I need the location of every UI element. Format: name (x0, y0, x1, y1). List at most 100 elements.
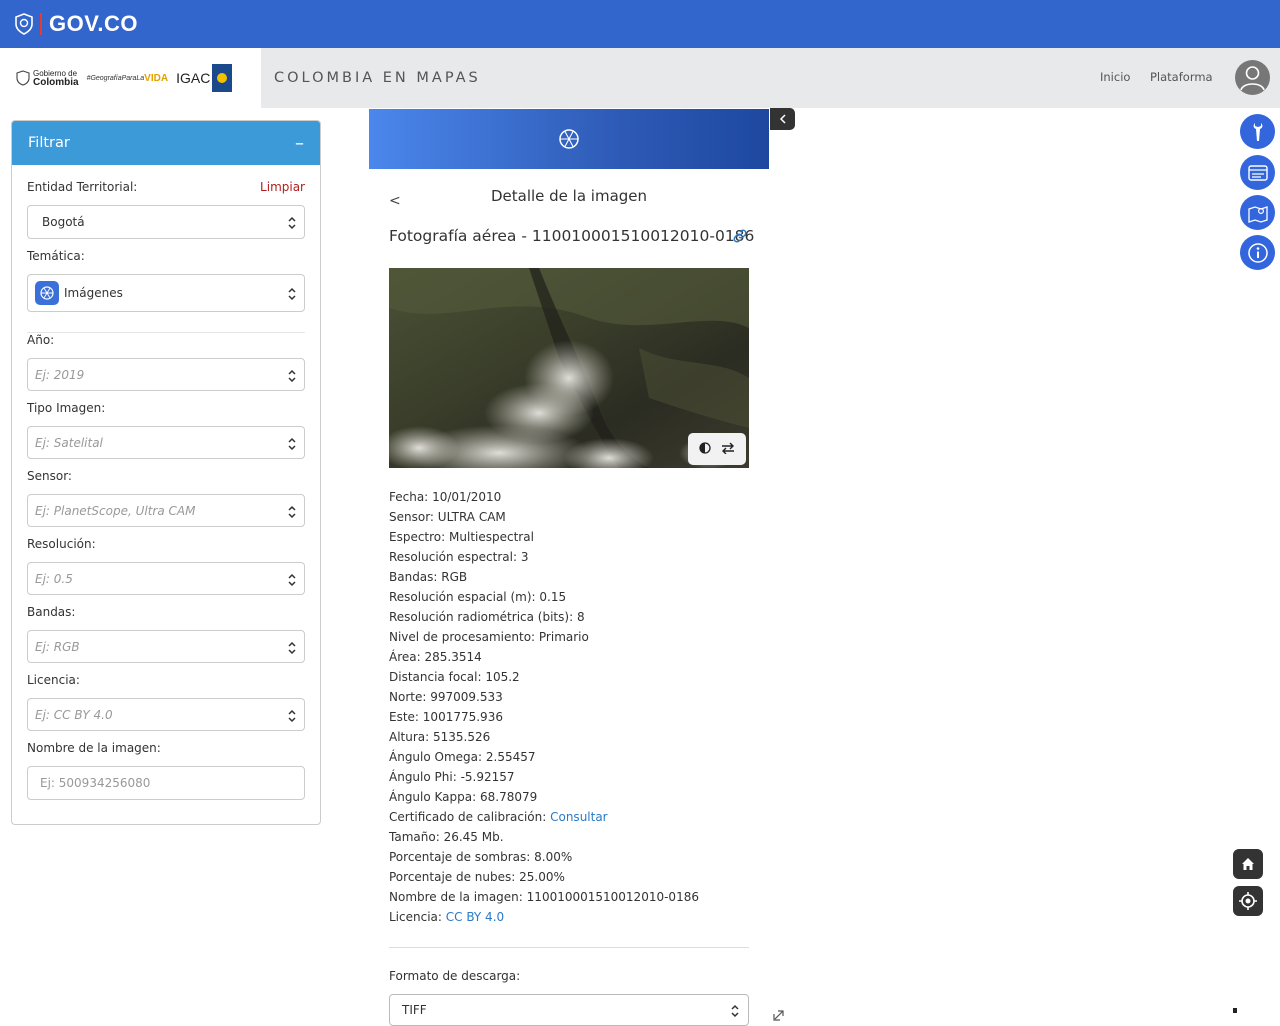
select-arrows-icon (288, 437, 296, 451)
sensor-select[interactable]: Ej: PlanetScope, Ultra CAM (27, 494, 305, 527)
geografia-logo[interactable]: #GeografíaParaLa VIDA (87, 73, 169, 84)
collapse-panel-button[interactable] (770, 108, 795, 130)
gobierno-line2: Colombia (33, 77, 79, 88)
attribute-value: 10/01/2010 (432, 490, 502, 504)
map-button[interactable] (1240, 195, 1275, 230)
attribute-value: 2.55457 (485, 750, 536, 764)
govco-divider (40, 13, 42, 35)
link-icon[interactable] (732, 228, 748, 248)
attribute-value: Primario (538, 630, 589, 644)
clear-filters-link[interactable]: Limpiar (260, 180, 305, 194)
select-arrows-icon (731, 1004, 739, 1018)
aerial-photo[interactable] (389, 268, 749, 468)
home-button[interactable] (1233, 849, 1263, 879)
attribute-row: Porcentaje de nubes: 25.00% (389, 867, 699, 887)
attribute-label: Área: (389, 650, 421, 664)
select-arrows-icon (288, 505, 296, 519)
igac-logo[interactable]: IGAC (176, 64, 233, 92)
attribute-label: Resolución espacial (m): (389, 590, 536, 604)
detail-separator (389, 947, 749, 948)
entidad-value: Bogotá (42, 215, 85, 229)
select-arrows-icon (288, 216, 296, 230)
govco-bar: GOV.CO (0, 0, 1280, 48)
resolucion-label: Resolución: (27, 537, 96, 551)
user-avatar[interactable] (1235, 60, 1270, 95)
anio-select[interactable]: Ej: 2019 (27, 358, 305, 391)
select-arrows-icon (288, 641, 296, 655)
geografia-prefix: #GeografíaParaLa (86, 74, 145, 82)
tipo-select[interactable]: Ej: Satelital (27, 426, 305, 459)
swap-icon[interactable] (720, 442, 736, 457)
tematica-value: Imágenes (64, 286, 123, 300)
govco-link[interactable]: GOV.CO (49, 11, 138, 37)
locate-button[interactable] (1233, 886, 1263, 916)
user-icon (1240, 66, 1265, 91)
attribute-value: Multiespectral (449, 530, 534, 544)
locate-icon (1239, 892, 1257, 910)
site-header: Gobierno de Colombia #GeografíaParaLa VIDA… (0, 48, 1280, 108)
filter-separator (27, 332, 305, 333)
sensor-label: Sensor: (27, 469, 72, 483)
geografia-vida: VIDA (144, 72, 169, 84)
tipo-label: Tipo Imagen: (27, 401, 106, 415)
select-arrows-icon (288, 369, 296, 383)
attribute-row: Área: 285.3514 (389, 647, 699, 667)
contrast-icon[interactable] (698, 441, 711, 457)
info-button[interactable] (1240, 235, 1275, 270)
attribute-row: Ángulo Kappa: 68.78079 (389, 787, 699, 807)
info-icon (1247, 242, 1268, 263)
detail-banner (369, 109, 769, 169)
layers-button[interactable] (1240, 155, 1275, 190)
licencia-select[interactable]: Ej: CC BY 4.0 (27, 698, 305, 731)
attribute-row: Certificado de calibración: Consultar (389, 807, 699, 827)
coat-of-arms-icon (16, 70, 30, 86)
tools-button[interactable] (1240, 114, 1275, 149)
attribute-label: Certificado de calibración: (389, 810, 547, 824)
filter-header[interactable]: Filtrar – (12, 121, 320, 165)
attribute-value: -5.92157 (460, 770, 515, 784)
attribute-label: Tamaño: (389, 830, 440, 844)
attribute-row: Resolución espacial (m): 0.15 (389, 587, 699, 607)
attribute-label: Distancia focal: (389, 670, 482, 684)
resolucion-select[interactable]: Ej: 0.5 (27, 562, 305, 595)
tipo-placeholder: Ej: Satelital (35, 435, 103, 450)
attribute-value: 25.00% (519, 870, 565, 884)
gobierno-logo[interactable]: Gobierno de Colombia (16, 69, 79, 88)
select-arrows-icon (288, 573, 296, 587)
expand-icon[interactable] (772, 1007, 786, 1026)
anio-placeholder: Ej: 2019 (35, 367, 85, 382)
attribute-label: Licencia: (389, 910, 442, 924)
attribute-row: Espectro: Multiespectral (389, 527, 699, 547)
attribute-label: Este: (389, 710, 419, 724)
attribute-row: Porcentaje de sombras: 8.00% (389, 847, 699, 867)
attribute-row: Ángulo Phi: -5.92157 (389, 767, 699, 787)
attribute-label: Espectro: (389, 530, 446, 544)
attribute-row: Fecha: 10/01/2010 (389, 487, 699, 507)
filter-panel: Filtrar – Entidad Territorial: Limpiar B… (11, 120, 321, 825)
attribute-value: 3 (520, 550, 529, 564)
attribute-label: Nivel de procesamiento: (389, 630, 536, 644)
nav-inicio[interactable]: Inicio (1100, 70, 1130, 84)
attribute-row: Licencia: CC BY 4.0 (389, 907, 699, 927)
image-detail-panel: < Detalle de la imagen Fotografía aérea … (369, 109, 769, 1026)
nombre-placeholder: Ej: 500934256080 (40, 776, 151, 790)
download-format-select[interactable]: TIFF (389, 994, 749, 1026)
tematica-select[interactable]: Imágenes (27, 274, 305, 312)
aperture-icon (35, 281, 59, 305)
attribute-row: Norte: 997009.533 (389, 687, 699, 707)
nombre-input[interactable]: Ej: 500934256080 (27, 766, 305, 800)
filter-collapse-button[interactable]: – (295, 133, 304, 154)
attribute-link[interactable]: Consultar (550, 810, 608, 824)
bandas-select[interactable]: Ej: RGB (27, 630, 305, 663)
attribute-value: 8 (576, 610, 585, 624)
attribute-label: Ángulo Phi: (389, 770, 457, 784)
licencia-placeholder: Ej: CC BY 4.0 (35, 707, 113, 722)
nav-plataforma[interactable]: Plataforma (1150, 70, 1213, 84)
igac-emblem (212, 64, 233, 92)
attribute-link[interactable]: CC BY 4.0 (446, 910, 504, 924)
tematica-label: Temática: (27, 249, 85, 263)
attribute-row: Este: 1001775.936 (389, 707, 699, 727)
attribute-value: 68.78079 (480, 790, 538, 804)
entidad-select[interactable]: Bogotá (27, 205, 305, 239)
attribute-row: Bandas: RGB (389, 567, 699, 587)
